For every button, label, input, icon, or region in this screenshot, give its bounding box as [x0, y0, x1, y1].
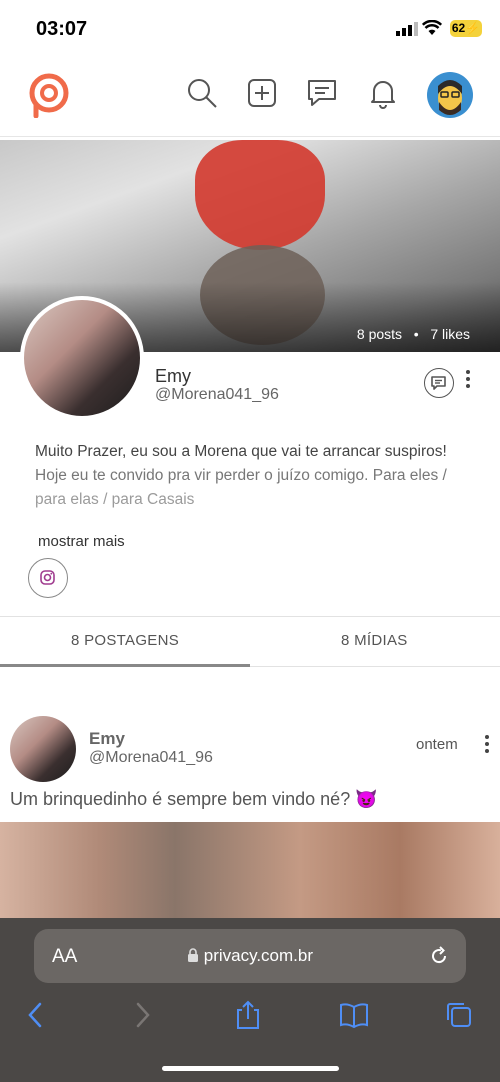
- profile-stats: 8 posts • 7 likes: [357, 326, 470, 342]
- profile-avatar[interactable]: [20, 296, 144, 420]
- bookmarks-icon[interactable]: [338, 1000, 370, 1030]
- bio-line: Hoje eu te convido pra vir perder o juíz…: [35, 467, 447, 484]
- chat-button[interactable]: [424, 368, 454, 398]
- tabs-icon[interactable]: [444, 1000, 474, 1030]
- post-author-handle[interactable]: @Morena041_96: [89, 749, 213, 767]
- posts-count: 8 posts: [356, 326, 403, 342]
- divider: [0, 616, 500, 617]
- post-author-name[interactable]: Emy: [89, 729, 125, 749]
- status-time: 03:07: [36, 18, 88, 40]
- post-image[interactable]: [0, 822, 500, 932]
- active-tab-indicator: [0, 664, 250, 667]
- instagram-button[interactable]: [28, 558, 68, 598]
- bell-icon[interactable]: [366, 76, 400, 110]
- chat-icon: [431, 376, 446, 390]
- signal-icon: [396, 22, 418, 36]
- tab-posts[interactable]: 8 POSTAGENS: [71, 632, 179, 649]
- privacy-logo-icon[interactable]: [28, 72, 70, 118]
- url-field[interactable]: privacy.com.br: [34, 946, 466, 966]
- status-bar: 03:07 62⚡: [0, 0, 500, 56]
- cover-image-region: [195, 140, 325, 250]
- tab-media[interactable]: 8 MÍDIAS: [341, 632, 408, 649]
- forward-icon[interactable]: [132, 1000, 154, 1030]
- battery-icon: 62⚡: [450, 20, 482, 37]
- wifi-icon: [422, 20, 442, 35]
- instagram-icon: [40, 570, 55, 585]
- post-text: Um brinquedinho é sempre bem vindo né? 😈: [10, 789, 378, 809]
- stats-separator: •: [413, 326, 419, 342]
- app-header: [0, 60, 500, 137]
- avatar-illustration-icon: [438, 80, 462, 115]
- add-post-icon[interactable]: [245, 76, 279, 110]
- profile-handle: @Morena041_96: [155, 386, 279, 403]
- browser-toolbar: AA privacy.com.br: [0, 918, 500, 1082]
- post-more-icon[interactable]: [485, 732, 491, 756]
- lock-icon: [188, 948, 198, 962]
- reload-icon[interactable]: [428, 945, 450, 967]
- battery-level: 62: [451, 21, 466, 35]
- home-indicator: [162, 1066, 339, 1071]
- bio-line: para elas / para Casais: [35, 491, 195, 508]
- address-bar[interactable]: AA privacy.com.br: [34, 929, 466, 983]
- bio-line: Muito Prazer, eu sou a Morena que vai te…: [35, 443, 447, 460]
- search-icon[interactable]: [185, 76, 219, 110]
- profile-name: Emy: [155, 366, 191, 386]
- back-icon[interactable]: [24, 1000, 46, 1030]
- profile-bio: Muito Prazer, eu sou a Morena que vai te…: [35, 440, 475, 512]
- show-more-link[interactable]: mostrar mais: [38, 533, 125, 550]
- post-author-avatar[interactable]: [10, 716, 76, 782]
- likes-count: 7 likes: [430, 326, 470, 342]
- user-avatar[interactable]: [427, 72, 473, 118]
- url-text: privacy.com.br: [203, 946, 313, 965]
- share-icon[interactable]: [234, 1000, 262, 1030]
- post-time: ontem: [416, 736, 458, 753]
- profile-more-icon[interactable]: [466, 367, 472, 391]
- messages-icon[interactable]: [305, 76, 339, 110]
